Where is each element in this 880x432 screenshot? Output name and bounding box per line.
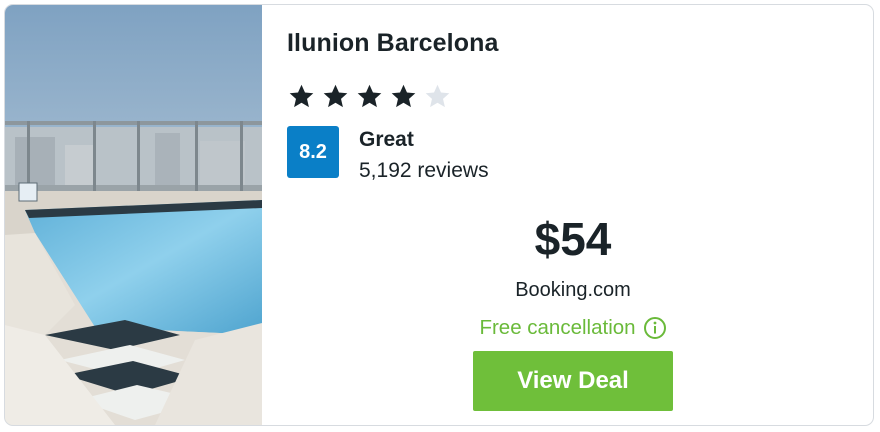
score-badge: 8.2 bbox=[287, 126, 339, 178]
hotel-name[interactable]: Ilunion Barcelona bbox=[287, 29, 498, 58]
star-icon bbox=[323, 84, 348, 108]
view-deal-button[interactable]: View Deal bbox=[473, 351, 673, 411]
rating-label: Great bbox=[359, 128, 414, 151]
review-count: 5,192 reviews bbox=[359, 159, 489, 182]
cancellation-label: Free cancellation bbox=[479, 316, 636, 339]
provider-name: Booking.com bbox=[515, 279, 631, 301]
rating-text: Great 5,192 reviews bbox=[359, 127, 489, 185]
deal-block: $54 Booking.com Free cancellation View D… bbox=[453, 210, 693, 411]
price: $54 bbox=[534, 213, 612, 265]
hotel-card[interactable]: Ilunion Barcelona 8.2 Great 5,192 review… bbox=[4, 4, 874, 426]
free-cancellation: Free cancellation bbox=[453, 315, 693, 341]
star-rating bbox=[287, 83, 452, 110]
hotel-photo[interactable] bbox=[5, 5, 262, 425]
hotel-info: Ilunion Barcelona 8.2 Great 5,192 review… bbox=[287, 5, 873, 425]
star-icon bbox=[289, 84, 314, 108]
review-rating: 8.2 Great 5,192 reviews bbox=[287, 126, 489, 185]
star-icon bbox=[357, 84, 382, 108]
pool-image bbox=[5, 5, 262, 425]
info-icon[interactable] bbox=[643, 316, 667, 340]
star-empty-icon bbox=[425, 84, 450, 108]
star-icon bbox=[391, 84, 416, 108]
